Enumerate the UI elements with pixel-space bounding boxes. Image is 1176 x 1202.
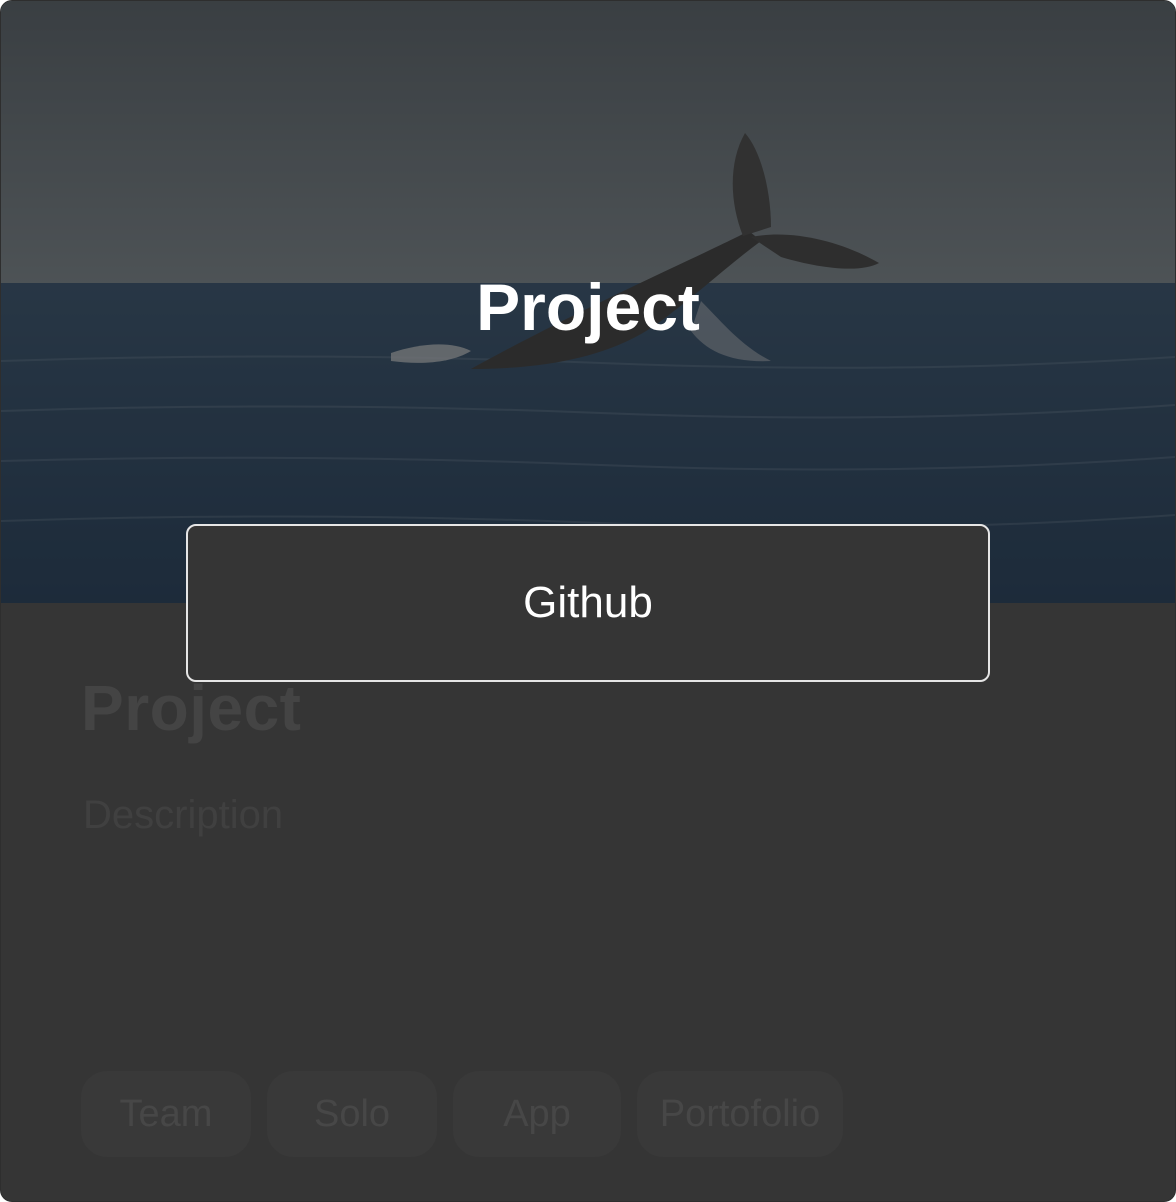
tag-solo[interactable]: Solo [267,1071,437,1157]
tag-team[interactable]: Team [81,1071,251,1157]
project-card[interactable]: Project Description Team Solo App Portof… [0,0,1176,1202]
tag-list: Team Solo App Portofolio [81,1071,843,1157]
card-title: Project [81,672,302,744]
tag-app[interactable]: App [453,1071,621,1157]
overlay-title: Project [476,270,700,344]
card-description: Description [83,793,284,837]
github-button[interactable]: Github [186,524,990,682]
tag-portofolio[interactable]: Portofolio [637,1071,843,1157]
